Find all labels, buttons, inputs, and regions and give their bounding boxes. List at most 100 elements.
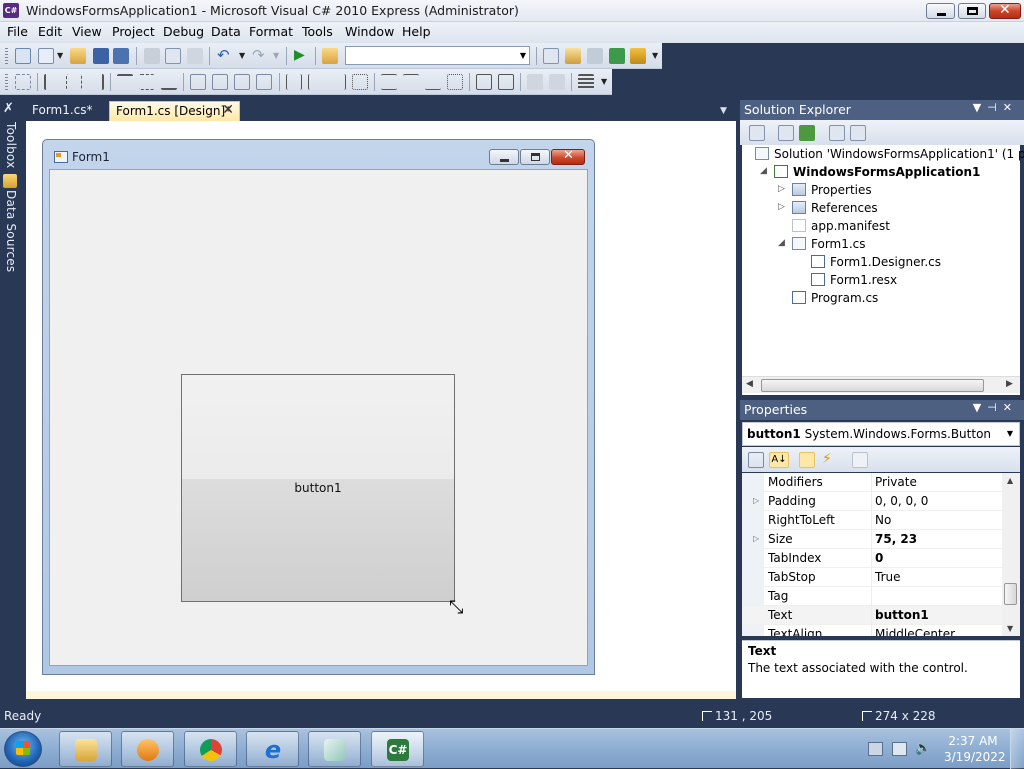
- properties-view-icon[interactable]: [799, 452, 815, 468]
- menu-help[interactable]: Help: [402, 24, 431, 39]
- property-row-tabstop[interactable]: TabStop True: [742, 568, 1004, 587]
- close-tab-icon[interactable]: ✕: [222, 102, 234, 118]
- solution-explorer-icon[interactable]: [543, 48, 559, 64]
- minimize-button[interactable]: [926, 3, 955, 19]
- property-value[interactable]: True: [875, 570, 901, 584]
- collapse-icon[interactable]: ◢: [778, 238, 785, 248]
- extension-manager-icon[interactable]: [630, 48, 646, 64]
- property-row-tag[interactable]: Tag: [742, 587, 1004, 606]
- property-value[interactable]: Private: [875, 475, 917, 489]
- tree-node-solution[interactable]: Solution 'WindowsFormsApplication1' (1 p…: [755, 147, 1024, 161]
- make-same-size-icon[interactable]: [256, 74, 272, 90]
- toolbar-overflow-icon[interactable]: ▼: [601, 77, 607, 86]
- new-project-icon[interactable]: [15, 48, 31, 64]
- menu-tools[interactable]: Tools: [302, 24, 333, 39]
- toolbar-overflow-icon[interactable]: ▼: [652, 51, 658, 60]
- copy-icon[interactable]: [165, 48, 181, 64]
- menu-file[interactable]: File: [7, 24, 28, 39]
- taskbar-notepad[interactable]: [308, 731, 361, 767]
- taskbar-explorer[interactable]: [59, 731, 112, 767]
- align-lefts-icon[interactable]: [44, 74, 60, 90]
- show-desktop-button[interactable]: [1010, 729, 1024, 769]
- decrease-horizontal-spacing-icon[interactable]: [330, 74, 346, 90]
- center-vertically-icon[interactable]: [498, 74, 514, 90]
- tree-node-project[interactable]: ◢ WindowsFormsApplication1: [760, 165, 980, 179]
- taskbar-chrome[interactable]: [184, 731, 237, 767]
- paste-icon[interactable]: [187, 48, 203, 64]
- tree-node-properties[interactable]: ▷ Properties: [778, 183, 872, 197]
- property-grid-scrollbar[interactable]: ▲ ▼: [1002, 473, 1020, 636]
- refresh-icon[interactable]: [799, 125, 815, 141]
- taskbar-visual-csharp[interactable]: C#: [371, 731, 424, 767]
- decrease-vertical-spacing-icon[interactable]: [425, 74, 441, 90]
- tree-node-references[interactable]: ▷ References: [778, 201, 878, 215]
- show-all-files-icon[interactable]: [778, 125, 794, 141]
- find-in-files-icon[interactable]: [322, 48, 338, 64]
- network-icon[interactable]: [892, 742, 907, 756]
- volume-icon[interactable]: 🔈: [915, 742, 931, 756]
- scroll-right-icon[interactable]: ▶: [1006, 379, 1013, 389]
- menu-window[interactable]: Window: [345, 24, 394, 39]
- align-bottoms-icon[interactable]: [161, 74, 177, 90]
- menu-format[interactable]: Format: [249, 24, 293, 39]
- scroll-left-icon[interactable]: ◀: [746, 379, 753, 389]
- remove-vertical-spacing-icon[interactable]: [447, 74, 463, 90]
- undo-icon[interactable]: ↶: [217, 48, 233, 64]
- toolbox-icon[interactable]: [587, 48, 603, 64]
- system-clock[interactable]: 2:37 AM 3/19/2022: [944, 733, 1006, 765]
- toolbar-grip[interactable]: [5, 74, 8, 90]
- scroll-up-icon[interactable]: ▲: [1007, 476, 1013, 485]
- tab-form1-design[interactable]: Form1.cs [Design]* ✕: [109, 101, 240, 121]
- bring-to-front-icon[interactable]: [527, 74, 543, 90]
- scroll-down-icon[interactable]: ▼: [1007, 624, 1013, 633]
- property-value[interactable]: No: [875, 513, 891, 527]
- increase-horizontal-spacing-icon[interactable]: [308, 74, 324, 90]
- tab-order-icon[interactable]: [578, 74, 594, 90]
- vertical-spacing-equal-icon[interactable]: [381, 74, 397, 90]
- toolbox-tab[interactable]: Toolbox: [2, 122, 18, 168]
- chevron-down-icon[interactable]: ▼: [57, 51, 63, 60]
- solution-horizontal-scrollbar[interactable]: ◀ ▶: [742, 376, 1020, 393]
- cut-icon[interactable]: [144, 48, 160, 64]
- property-value[interactable]: MiddleCenter: [875, 627, 955, 636]
- tree-node-form1-resx[interactable]: Form1.resx: [811, 273, 897, 287]
- property-value[interactable]: button1: [875, 608, 929, 622]
- scrollbar-thumb[interactable]: [761, 379, 984, 392]
- visual-csharp-icon[interactable]: C#: [3, 3, 19, 18]
- property-row-tabindex[interactable]: TabIndex 0: [742, 549, 1004, 568]
- start-button[interactable]: [4, 731, 42, 767]
- menu-view[interactable]: View: [72, 24, 102, 39]
- property-row-text[interactable]: Text button1: [742, 606, 1004, 625]
- align-tops-icon[interactable]: [117, 74, 133, 90]
- align-to-grid-icon[interactable]: [15, 74, 31, 90]
- button1-control[interactable]: button1: [181, 374, 455, 602]
- tree-node-app-manifest[interactable]: app.manifest: [792, 219, 890, 233]
- start-page-icon[interactable]: [609, 48, 625, 64]
- center-horizontally-icon[interactable]: [476, 74, 492, 90]
- make-same-width-icon[interactable]: [190, 74, 206, 90]
- tree-node-program-cs[interactable]: Program.cs: [792, 291, 878, 305]
- menu-data[interactable]: Data: [211, 24, 241, 39]
- toolbox-pin-icon[interactable]: ✗: [3, 101, 14, 116]
- menu-project[interactable]: Project: [112, 24, 155, 39]
- chevron-down-icon[interactable]: ▼: [239, 51, 245, 60]
- find-combo[interactable]: ▼: [345, 46, 530, 65]
- start-debugging-icon[interactable]: ▶: [294, 48, 310, 64]
- align-middles-icon[interactable]: [139, 74, 155, 90]
- view-designer-icon[interactable]: [850, 125, 866, 141]
- maximize-button[interactable]: [958, 3, 986, 19]
- horizontal-spacing-equal-icon[interactable]: [286, 74, 302, 90]
- property-value[interactable]: 75, 23: [875, 532, 917, 546]
- property-value[interactable]: 0, 0, 0, 0: [875, 494, 928, 508]
- properties-window-icon[interactable]: [565, 48, 581, 64]
- open-file-icon[interactable]: [70, 48, 86, 64]
- object-selector[interactable]: button1 System.Windows.Forms.Button ▼: [742, 422, 1020, 446]
- panel-controls[interactable]: ▼⊣✕: [973, 101, 1018, 114]
- make-same-height-icon[interactable]: [234, 74, 250, 90]
- properties-icon[interactable]: [749, 125, 765, 141]
- align-centers-icon[interactable]: [66, 74, 82, 90]
- chevron-down-icon[interactable]: ▼: [520, 51, 526, 60]
- size-to-grid-icon[interactable]: [212, 74, 228, 90]
- tree-node-form1-cs[interactable]: ◢ Form1.cs: [778, 237, 866, 251]
- property-value[interactable]: 0: [875, 551, 883, 565]
